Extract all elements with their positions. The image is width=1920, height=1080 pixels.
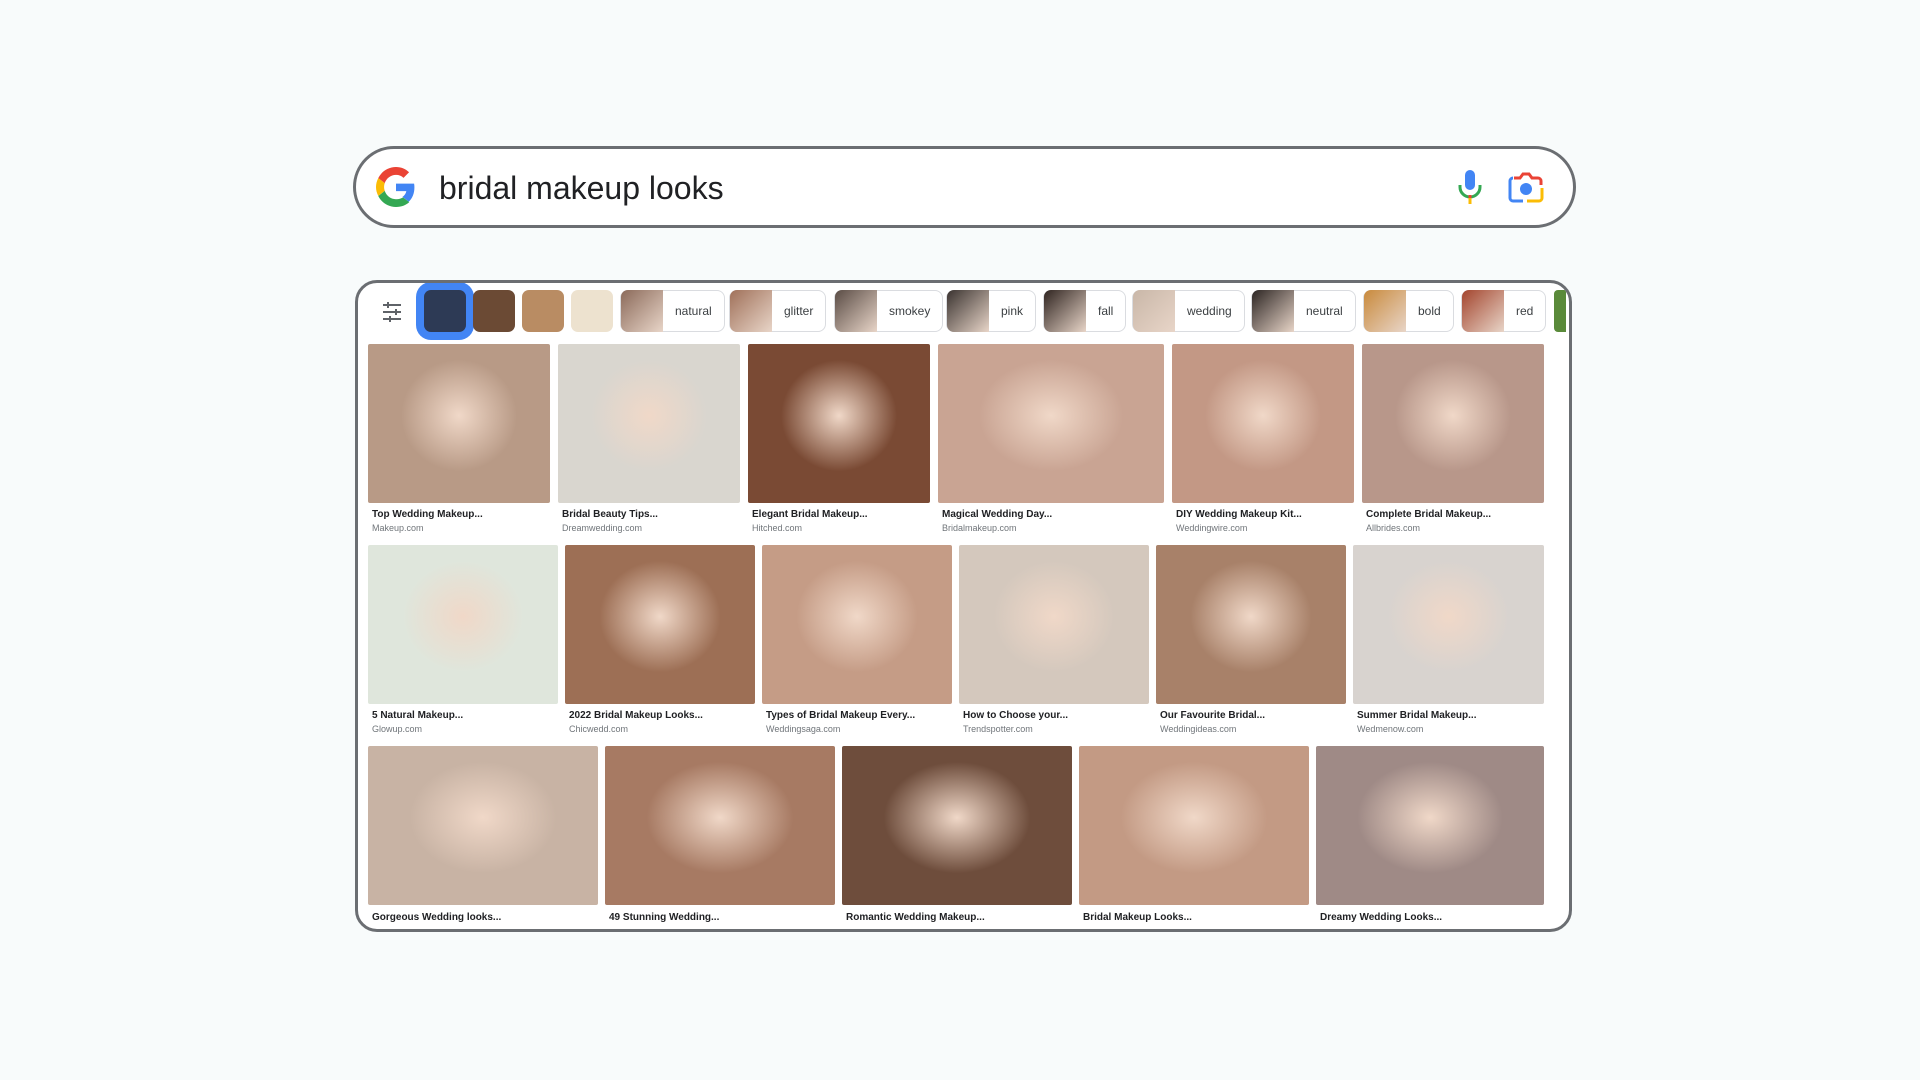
chip-bold[interactable]: bold (1363, 290, 1454, 332)
result-source[interactable]: Weddingsaga.com (766, 724, 840, 734)
chip-overflow-peek (1554, 290, 1566, 332)
result-title[interactable]: Dreamy Wedding Looks... (1320, 912, 1442, 923)
chip-thumbnail (1133, 290, 1175, 332)
image-result[interactable] (1079, 746, 1309, 905)
image-result[interactable] (1316, 746, 1544, 905)
result-title[interactable]: DIY Wedding Makeup Kit... (1176, 509, 1302, 520)
result-title[interactable]: Types of Bridal Makeup Every... (766, 710, 915, 721)
image-result[interactable] (1156, 545, 1346, 704)
chip-label: red (1516, 304, 1534, 318)
chip-glitter[interactable]: glitter (729, 290, 827, 332)
result-title[interactable]: Romantic Wedding Makeup... (846, 912, 985, 923)
result-title[interactable]: Magical Wedding Day... (942, 509, 1052, 520)
color-swatch-tan[interactable] (522, 290, 564, 332)
result-title[interactable]: Bridal Makeup Looks... (1083, 912, 1192, 923)
mic-icon[interactable] (1456, 168, 1484, 206)
chip-label: smokey (889, 304, 931, 318)
result-title[interactable]: Gorgeous Wedding looks... (372, 912, 501, 923)
result-source[interactable]: Glowup.com (372, 724, 422, 734)
chip-thumbnail (835, 290, 877, 332)
result-title[interactable]: 2022 Bridal Makeup Looks... (569, 710, 703, 721)
image-result[interactable] (558, 344, 740, 503)
image-result[interactable] (959, 545, 1149, 704)
chip-thumbnail (1044, 290, 1086, 332)
image-result[interactable] (938, 344, 1164, 503)
result-title[interactable]: Bridal Beauty Tips... (562, 509, 658, 520)
chip-smokey[interactable]: smokey (834, 290, 944, 332)
chip-label: wedding (1187, 304, 1232, 318)
result-source[interactable]: Hitched.com (752, 523, 802, 533)
chip-thumbnail (1364, 290, 1406, 332)
image-result[interactable] (368, 344, 550, 503)
chip-label: glitter (784, 304, 814, 318)
search-query[interactable]: bridal makeup looks (439, 169, 724, 207)
chip-red[interactable]: red (1461, 290, 1547, 332)
search-bar[interactable]: bridal makeup looks (353, 146, 1576, 228)
result-title[interactable]: Complete Bridal Makeup... (1366, 509, 1491, 520)
chip-label: natural (675, 304, 712, 318)
image-result[interactable] (1172, 344, 1354, 503)
result-title[interactable]: Summer Bridal Makeup... (1357, 710, 1476, 721)
result-title[interactable]: Top Wedding Makeup... (372, 509, 483, 520)
camera-lens-icon[interactable] (1508, 170, 1544, 204)
color-swatch-navy[interactable] (424, 290, 466, 332)
chip-natural[interactable]: natural (620, 290, 725, 332)
chip-label: neutral (1306, 304, 1343, 318)
color-swatch-brown[interactable] (473, 290, 515, 332)
result-title[interactable]: Elegant Bridal Makeup... (752, 509, 868, 520)
chip-label: pink (1001, 304, 1024, 318)
result-source[interactable]: Weddingwire.com (1176, 523, 1247, 533)
result-source[interactable]: Dreamwedding.com (562, 523, 642, 533)
result-source[interactable]: Weddingideas.com (1160, 724, 1236, 734)
chip-thumbnail (1252, 290, 1294, 332)
image-result[interactable] (842, 746, 1072, 905)
tune-icon[interactable] (382, 301, 402, 323)
result-title[interactable]: 49 Stunning Wedding... (609, 912, 719, 923)
result-source[interactable]: Makeup.com (372, 523, 424, 533)
image-result[interactable] (1362, 344, 1544, 503)
image-result[interactable] (368, 746, 598, 905)
chip-fall[interactable]: fall (1043, 290, 1127, 332)
image-result[interactable] (1353, 545, 1544, 704)
image-result[interactable] (748, 344, 930, 503)
result-title[interactable]: Our Favourite Bridal... (1160, 710, 1265, 721)
chip-pink[interactable]: pink (946, 290, 1037, 332)
chip-thumbnail (1462, 290, 1504, 332)
chip-neutral[interactable]: neutral (1251, 290, 1356, 332)
result-source[interactable]: Wedmenow.com (1357, 724, 1423, 734)
chip-thumbnail (947, 290, 989, 332)
image-result[interactable] (368, 545, 558, 704)
result-source[interactable]: Trendspotter.com (963, 724, 1033, 734)
image-result[interactable] (605, 746, 835, 905)
chip-label: bold (1418, 304, 1441, 318)
result-source[interactable]: Allbrides.com (1366, 523, 1420, 533)
result-title[interactable]: 5 Natural Makeup... (372, 710, 463, 721)
google-logo (376, 167, 415, 207)
result-source[interactable]: Bridalmakeup.com (942, 523, 1017, 533)
color-swatch-cream[interactable] (571, 290, 613, 332)
image-result[interactable] (565, 545, 755, 704)
result-title[interactable]: How to Choose your... (963, 710, 1068, 721)
chip-thumbnail (730, 290, 772, 332)
chip-wedding[interactable]: wedding (1132, 290, 1245, 332)
chip-thumbnail (621, 290, 663, 332)
result-source[interactable]: Chicwedd.com (569, 724, 628, 734)
filter-bar: natural glitter smokey pink fall wedding… (358, 283, 1569, 343)
chip-label: fall (1098, 304, 1114, 318)
image-result[interactable] (762, 545, 952, 704)
image-results-panel: natural glitter smokey pink fall wedding… (355, 280, 1572, 932)
